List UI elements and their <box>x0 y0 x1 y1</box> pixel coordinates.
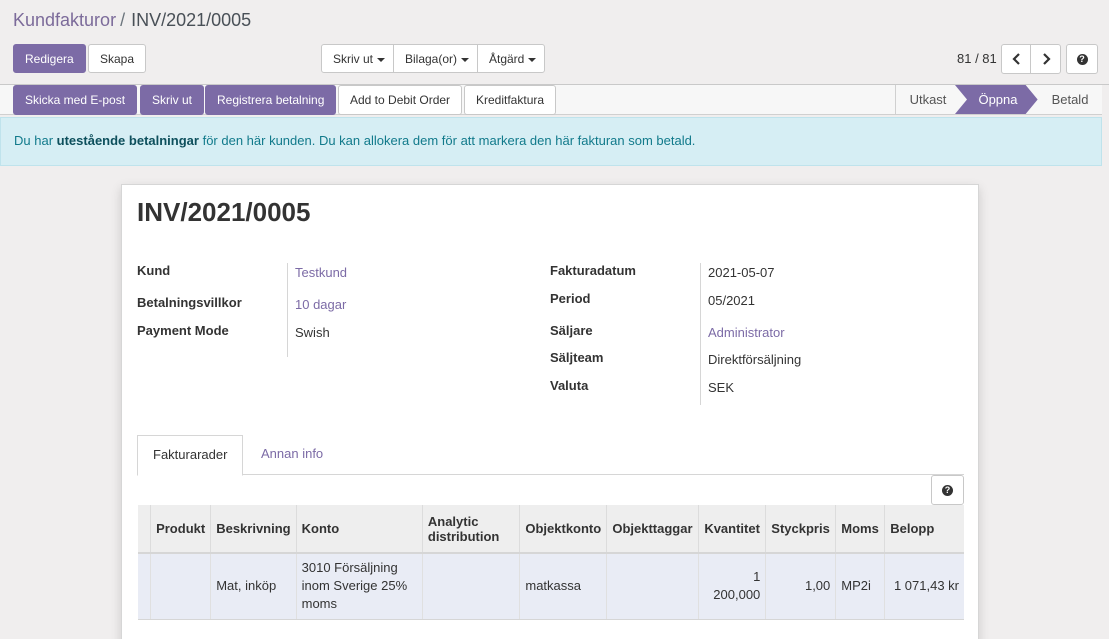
register-payment-button[interactable]: Registrera betalning <box>205 85 337 115</box>
salesperson-link[interactable]: Administrator <box>708 325 785 340</box>
table-row[interactable]: Mat, inköp 3010 Försäljning inom Sverige… <box>138 553 964 620</box>
caret-down-icon <box>528 57 537 62</box>
status-step-open[interactable]: Öppna <box>967 85 1029 114</box>
add-debit-order-button[interactable]: Add to Debit Order <box>338 85 463 115</box>
invoice-form-sheet: INV/2021/0005 Kund Testkund Betalningsvi… <box>121 184 979 639</box>
customer-link[interactable]: Testkund <box>295 265 347 280</box>
alert-bold-text: utestående betalningar <box>56 133 199 148</box>
breadcrumb: Kundfakturor / INV/2021/0005 <box>13 10 251 31</box>
outstanding-payments-alert: Du har utestående betalningar för den hä… <box>0 117 1102 166</box>
payment-terms-label: Betalningsvillkor <box>137 295 242 310</box>
caret-down-icon <box>461 57 470 62</box>
cell-object-tags[interactable] <box>606 553 700 620</box>
invoice-date-value: 2021-05-07 <box>708 265 775 280</box>
pager-next-button[interactable] <box>1030 44 1061 74</box>
cell-amount: 1 071,43 kr <box>884 553 964 620</box>
currency-label: Valuta <box>550 378 589 393</box>
cell-description[interactable]: Mat, inköp <box>210 553 297 620</box>
caret-down-icon <box>377 57 386 62</box>
control-panel: Kundfakturor / INV/2021/0005 Redigera Skap… <box>0 0 1109 85</box>
invoice-date-label: Fakturadatum <box>550 263 636 278</box>
handle-column-header <box>138 505 152 554</box>
breadcrumb-separator: / <box>120 10 126 30</box>
product-column-header[interactable]: Produkt <box>150 505 212 554</box>
alert-suffix: för den här kunden. Du kan allokera dem … <box>202 133 696 148</box>
alert-prefix: Du har <box>14 133 54 148</box>
cell-quantity[interactable]: 1 200,000 <box>698 553 767 620</box>
invoice-title: INV/2021/0005 <box>137 197 311 227</box>
chevron-right-icon <box>1043 53 1051 65</box>
quantity-column-header[interactable]: Kvantitet <box>698 505 767 554</box>
print-invoice-button[interactable]: Skriv ut <box>140 85 205 115</box>
cell-unit-price[interactable]: 1,00 <box>765 553 837 620</box>
help-button[interactable]: ? <box>1066 44 1098 74</box>
period-value: 05/2021 <box>708 293 755 308</box>
row-handle <box>138 553 152 620</box>
status-step-draft[interactable]: Utkast <box>901 85 955 114</box>
period-label: Period <box>550 291 591 306</box>
currency-value: SEK <box>708 380 735 395</box>
optional-columns-help-button[interactable]: ? <box>931 475 964 505</box>
attachments-dropdown[interactable]: Bilaga(or) <box>393 44 478 73</box>
tab-other-info[interactable]: Annan info <box>246 435 338 476</box>
print-dropdown[interactable]: Skriv ut <box>321 44 394 73</box>
salesperson-label: Säljare <box>550 323 593 338</box>
pager-value[interactable]: 81 / 81 <box>957 51 997 66</box>
status-step-paid[interactable]: Betald <box>1041 85 1099 114</box>
invoice-lines-table: Produkt Beskrivning Konto Analytic distr… <box>138 505 964 620</box>
print-dropdown-label: Skriv ut <box>333 52 374 66</box>
tax-column-header[interactable]: Moms <box>835 505 886 554</box>
left-group-divider <box>287 263 288 357</box>
sales-team-value: Direktförsäljning <box>708 352 802 367</box>
question-circle-icon: ? <box>1076 54 1088 66</box>
cell-object-account[interactable]: matkassa <box>519 553 608 620</box>
account-column-header[interactable]: Konto <box>296 505 423 554</box>
right-group-divider <box>700 263 701 405</box>
pager-previous-button[interactable] <box>1001 44 1031 74</box>
cell-analytic[interactable] <box>422 553 521 620</box>
cell-product[interactable] <box>150 553 212 620</box>
amount-column-header[interactable]: Belopp <box>884 505 964 554</box>
description-column-header[interactable]: Beskrivning <box>210 505 297 554</box>
payment-terms-link[interactable]: 10 dagar <box>295 297 346 312</box>
object-account-column-header[interactable]: Objektkonto <box>519 505 608 554</box>
breadcrumb-parent-link[interactable]: Kundfakturor <box>13 10 116 30</box>
action-dropdown[interactable]: Åtgärd <box>477 44 545 73</box>
action-dropdown-label: Åtgärd <box>489 52 525 66</box>
attachments-dropdown-label: Bilaga(or) <box>405 52 458 66</box>
invoice-status-bar: Skicka med E-post Skriv ut Registrera be… <box>0 85 1102 115</box>
payment-mode-value: Swish <box>295 325 330 340</box>
payment-mode-label: Payment Mode <box>137 323 229 338</box>
cell-account[interactable]: 3010 Försäljning inom Sverige 25% moms <box>296 553 423 620</box>
chevron-left-icon <box>1012 53 1020 65</box>
send-email-button[interactable]: Skicka med E-post <box>13 85 138 115</box>
customer-label: Kund <box>137 263 171 278</box>
sales-team-label: Säljteam <box>550 350 604 365</box>
analytic-column-header[interactable]: Analytic distribution <box>422 505 521 554</box>
table-header-row: Produkt Beskrivning Konto Analytic distr… <box>138 505 964 554</box>
cell-tax[interactable]: MP2i <box>835 553 886 620</box>
question-circle-icon: ? <box>942 485 953 497</box>
credit-note-button[interactable]: Kreditfaktura <box>464 85 557 115</box>
notebook-tabs: Fakturarader Annan info <box>137 435 964 476</box>
create-button[interactable]: Skapa <box>88 44 147 73</box>
tab-invoice-lines[interactable]: Fakturarader <box>137 435 244 476</box>
object-tags-column-header[interactable]: Objekttaggar <box>606 505 700 554</box>
unit-price-column-header[interactable]: Styckpris <box>765 505 837 554</box>
status-pipeline: Utkast Öppna Betald <box>895 85 1102 114</box>
edit-button[interactable]: Redigera <box>13 44 86 73</box>
breadcrumb-current: INV/2021/0005 <box>131 10 252 30</box>
